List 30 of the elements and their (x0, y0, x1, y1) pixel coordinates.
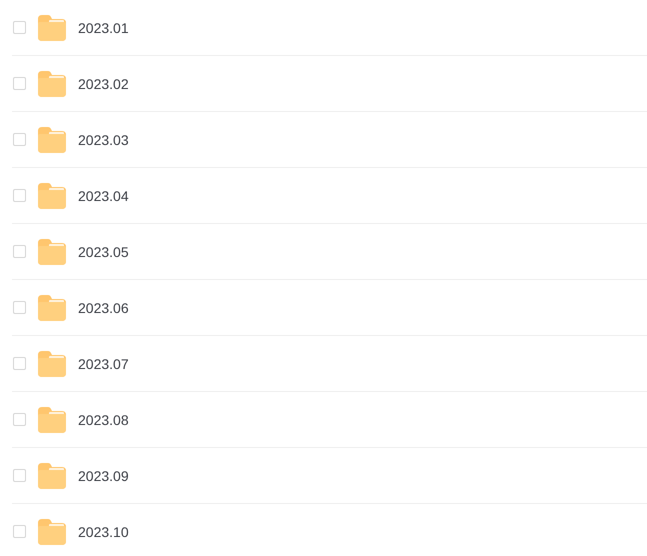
folder-icon (38, 70, 66, 96)
folder-name[interactable]: 2023.05 (78, 244, 129, 260)
checkbox[interactable] (13, 469, 26, 482)
folder-icon (38, 14, 66, 40)
folder-name[interactable]: 2023.01 (78, 20, 129, 36)
folder-name[interactable]: 2023.06 (78, 300, 129, 316)
folder-name[interactable]: 2023.03 (78, 132, 129, 148)
checkbox[interactable] (13, 189, 26, 202)
folder-icon (38, 126, 66, 152)
checkbox[interactable] (13, 413, 26, 426)
checkbox[interactable] (13, 525, 26, 538)
folder-icon (38, 294, 66, 320)
folder-icon (38, 350, 66, 376)
folder-name[interactable]: 2023.09 (78, 468, 129, 484)
checkbox[interactable] (13, 21, 26, 34)
folder-name[interactable]: 2023.07 (78, 356, 129, 372)
checkbox[interactable] (13, 301, 26, 314)
folder-name[interactable]: 2023.10 (78, 524, 129, 540)
folder-icon (38, 462, 66, 488)
folder-name[interactable]: 2023.08 (78, 412, 129, 428)
checkbox[interactable] (13, 357, 26, 370)
checkbox[interactable] (13, 133, 26, 146)
folder-name[interactable]: 2023.04 (78, 188, 129, 204)
folder-icon (38, 238, 66, 264)
folder-icon (38, 518, 66, 544)
folder-name[interactable]: 2023.02 (78, 76, 129, 92)
folder-icon (38, 406, 66, 432)
folder-icon (38, 182, 66, 208)
checkbox[interactable] (13, 245, 26, 258)
checkbox[interactable] (13, 77, 26, 90)
